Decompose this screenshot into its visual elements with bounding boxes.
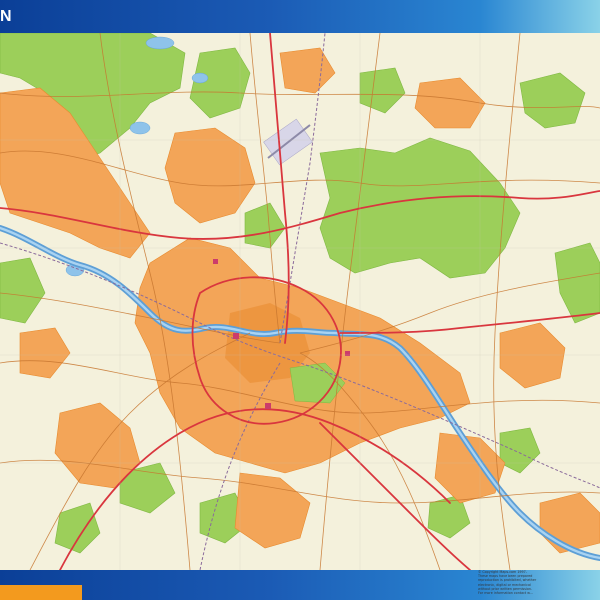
copyright-line: For more information contact w... [478, 591, 533, 596]
lake-1 [145, 36, 175, 50]
map-title: N [0, 8, 13, 25]
map-poster: N © Copyright Maps.com 1997- These maps … [0, 0, 600, 600]
map-canvas [0, 33, 600, 570]
landmark-1 [233, 333, 239, 339]
header-bar [0, 0, 600, 33]
copyright-notice: © Copyright Maps.com 1997- These maps ha… [478, 570, 596, 595]
city-map[interactable] [0, 33, 600, 570]
landmark-4 [345, 351, 350, 356]
footer-accent [0, 585, 82, 600]
landmark-3 [265, 403, 271, 409]
lake-3 [129, 121, 151, 135]
landmark-2 [213, 259, 218, 264]
lake-2 [191, 72, 209, 84]
